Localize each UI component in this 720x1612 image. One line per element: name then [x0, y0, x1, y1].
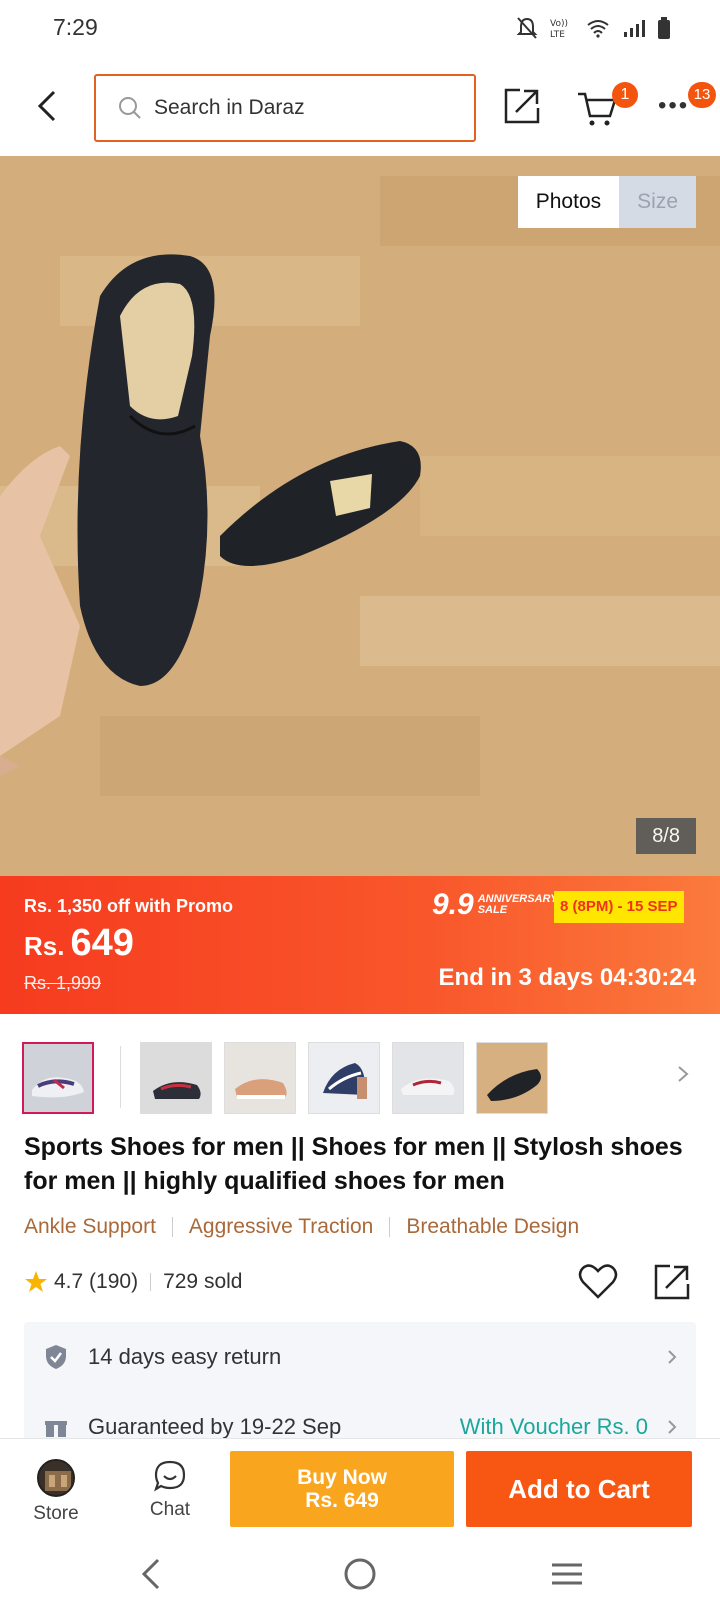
feature-tags: Ankle Support Aggressive Traction Breath…: [24, 1215, 579, 1239]
buy-now-button[interactable]: Buy Now Rs. 649: [230, 1451, 454, 1527]
store-label: Store: [33, 1503, 79, 1524]
thumbnail-image: [24, 1044, 92, 1112]
tag-separator: [389, 1217, 391, 1237]
tag-aggressive-traction: Aggressive Traction: [188, 1215, 374, 1238]
battery-icon: [658, 17, 670, 39]
chat-icon: [154, 1460, 186, 1492]
store-logo: [45, 1471, 71, 1491]
review-count: (190): [89, 1270, 139, 1293]
chevron-right-icon[interactable]: [676, 1064, 690, 1084]
add-to-cart-button[interactable]: Add to Cart: [466, 1451, 692, 1527]
voucher-text: With Voucher Rs. 0: [459, 1414, 648, 1439]
rating-separator: [150, 1273, 152, 1291]
promo-discount-text: Rs. 1,350 off with Promo: [24, 896, 234, 916]
promo-banner: Rs. 1,350 off with Promo Rs. 649 Rs. 1,99…: [0, 876, 720, 1014]
thumbnail-image: [393, 1043, 463, 1113]
thumbnail-4[interactable]: [308, 1042, 380, 1114]
thumbnail-1[interactable]: [22, 1042, 94, 1114]
system-navigation-bar: [0, 1538, 720, 1612]
nav-home-icon[interactable]: [342, 1556, 378, 1592]
sale-line2: SALE: [477, 904, 508, 916]
volte-icon: Vo))LTE: [550, 19, 568, 39]
sale-dates-badge: 8 (8PM) - 15 SEP: [554, 891, 684, 923]
thumbnail-2[interactable]: [140, 1042, 212, 1114]
price-currency: Rs.: [24, 931, 65, 961]
search-placeholder: Search in Daraz: [154, 96, 305, 119]
buy-now-price: Rs. 649: [305, 1489, 379, 1512]
delivery-text: Guaranteed by 19-22 Sep: [88, 1414, 342, 1439]
chat-label: Chat: [149, 1499, 191, 1520]
status-bar: 7:29 Vo)) LTE: [0, 0, 720, 60]
sale-number: 9.9: [432, 888, 474, 921]
chevron-right-icon: [668, 1350, 677, 1364]
buy-now-label: Buy Now: [297, 1466, 387, 1489]
message-count-badge: 13: [688, 82, 716, 108]
rating-row[interactable]: 4.7 (190) 729 sold: [24, 1270, 242, 1294]
original-price: Rs. 1,999: [24, 973, 102, 993]
thumbnail-image: [477, 1043, 547, 1113]
signal-icon: [624, 20, 645, 37]
more-menu-button[interactable]: •••: [658, 92, 689, 120]
svg-text:LTE: LTE: [550, 30, 565, 39]
cart-count-badge: 1: [612, 82, 638, 108]
bottom-action-bar: Store Chat Buy Now Rs. 649 Add to Cart: [0, 1438, 720, 1538]
delivery-gift-icon: [45, 1419, 67, 1437]
top-header: Search in Daraz 1 ••• 13: [0, 62, 720, 154]
delivery-row[interactable]: Guaranteed by 19-22 Sep With Voucher Rs.…: [24, 1392, 696, 1442]
tag-breathable-design: Breathable Design: [406, 1215, 580, 1238]
svg-text:Vo)): Vo)): [550, 19, 568, 29]
tab-size[interactable]: Size: [619, 176, 696, 228]
sold-count: 729 sold: [163, 1270, 243, 1293]
rating-value: 4.7: [54, 1270, 84, 1293]
shield-check-icon: [46, 1345, 66, 1369]
media-tabs: Photos Size: [517, 176, 696, 228]
mute-icon: [516, 17, 538, 39]
thumbnail-separator: [120, 1046, 121, 1108]
sale-subtitle: ANNIVERSARY SALE: [478, 894, 558, 916]
product-title: Sports Shoes for men || Shoes for men ||…: [24, 1133, 683, 1195]
countdown-timer: End in 3 days 04:30:24: [438, 964, 696, 991]
anniversary-sale-logo: 9.9 ANNIVERSARY SALE: [432, 888, 558, 922]
store-button[interactable]: Store: [22, 1459, 90, 1525]
thumbnail-3[interactable]: [224, 1042, 296, 1114]
nav-back-icon[interactable]: [138, 1556, 164, 1592]
thumbnail-6[interactable]: [476, 1042, 548, 1114]
thumbnail-image: [141, 1043, 211, 1113]
wifi-icon: [587, 20, 609, 38]
chat-button[interactable]: Chat: [136, 1459, 204, 1521]
chevron-right-icon: [668, 1420, 677, 1434]
service-info-card: 14 days easy return Guaranteed by 19-22 …: [24, 1322, 696, 1442]
thumbnail-image: [225, 1043, 295, 1113]
return-policy-text: 14 days easy return: [88, 1344, 282, 1369]
status-icons: Vo)) LTE: [516, 16, 670, 40]
share-product-icon[interactable]: [652, 1262, 692, 1302]
star-icon: [25, 1271, 47, 1292]
product-image[interactable]: Photos Size 8/8: [0, 156, 720, 876]
tag-ankle-support: Ankle Support: [24, 1215, 156, 1238]
thumbnail-5[interactable]: [392, 1042, 464, 1114]
search-icon: [119, 97, 141, 119]
status-time: 7:29: [53, 14, 98, 40]
tab-photos[interactable]: Photos: [517, 176, 620, 228]
store-avatar: [37, 1459, 75, 1497]
price-amount: 649: [70, 922, 134, 964]
thumbnail-strip: [0, 1030, 720, 1116]
return-policy-row[interactable]: 14 days easy return: [24, 1322, 696, 1392]
search-input[interactable]: Search in Daraz: [94, 74, 476, 142]
nav-recents-icon[interactable]: [550, 1556, 584, 1592]
tag-separator: [171, 1217, 173, 1237]
product-photo: [0, 156, 720, 876]
wishlist-heart-icon[interactable]: [578, 1262, 618, 1300]
share-icon[interactable]: [502, 86, 542, 126]
current-price: Rs. 649: [24, 922, 134, 965]
back-button[interactable]: [30, 84, 66, 128]
image-counter: 8/8: [636, 818, 696, 854]
thumbnail-image: [309, 1043, 379, 1113]
